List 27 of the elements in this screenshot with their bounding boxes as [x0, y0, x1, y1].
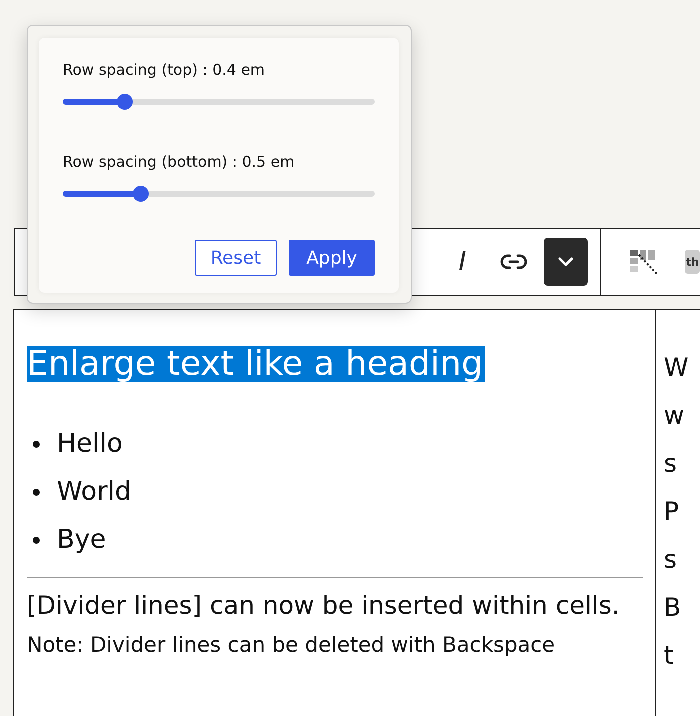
table-cells-icon — [630, 250, 658, 275]
chevron-down-icon — [559, 258, 574, 266]
slider-label: Row spacing (bottom) : 0.5 em — [63, 152, 296, 172]
merge-cells-button[interactable] — [629, 249, 660, 275]
list-item: World — [27, 468, 132, 516]
reset-button[interactable]: Reset — [195, 240, 277, 276]
slider-thumb[interactable] — [117, 94, 134, 110]
note-text: Note: Divider lines can be deleted with Backspace — [27, 632, 556, 659]
list-item: Bye — [27, 516, 106, 564]
italic-button[interactable]: I — [449, 247, 476, 277]
cut-text: s — [664, 544, 678, 576]
cut-text: W — [664, 352, 689, 384]
cut-text: s — [664, 448, 678, 480]
list-item: Hello — [27, 420, 123, 468]
cut-text: t — [664, 640, 674, 672]
cut-text: w — [664, 400, 684, 432]
heading-text: Enlarge text like a heading — [27, 346, 486, 382]
link-button[interactable] — [500, 253, 528, 271]
slider-thumb[interactable] — [133, 186, 149, 202]
cut-text: P — [664, 496, 680, 528]
header-cell-button[interactable]: th — [685, 250, 700, 274]
paragraph-text: [Divider lines] can now be inserted within cells. — [27, 590, 621, 622]
apply-button[interactable]: Apply — [289, 240, 375, 276]
dropdown-button[interactable] — [544, 238, 588, 286]
cut-text: B — [664, 592, 682, 624]
slider-label: Row spacing (top) : 0.4 em — [63, 60, 266, 80]
link-icon — [501, 254, 528, 270]
